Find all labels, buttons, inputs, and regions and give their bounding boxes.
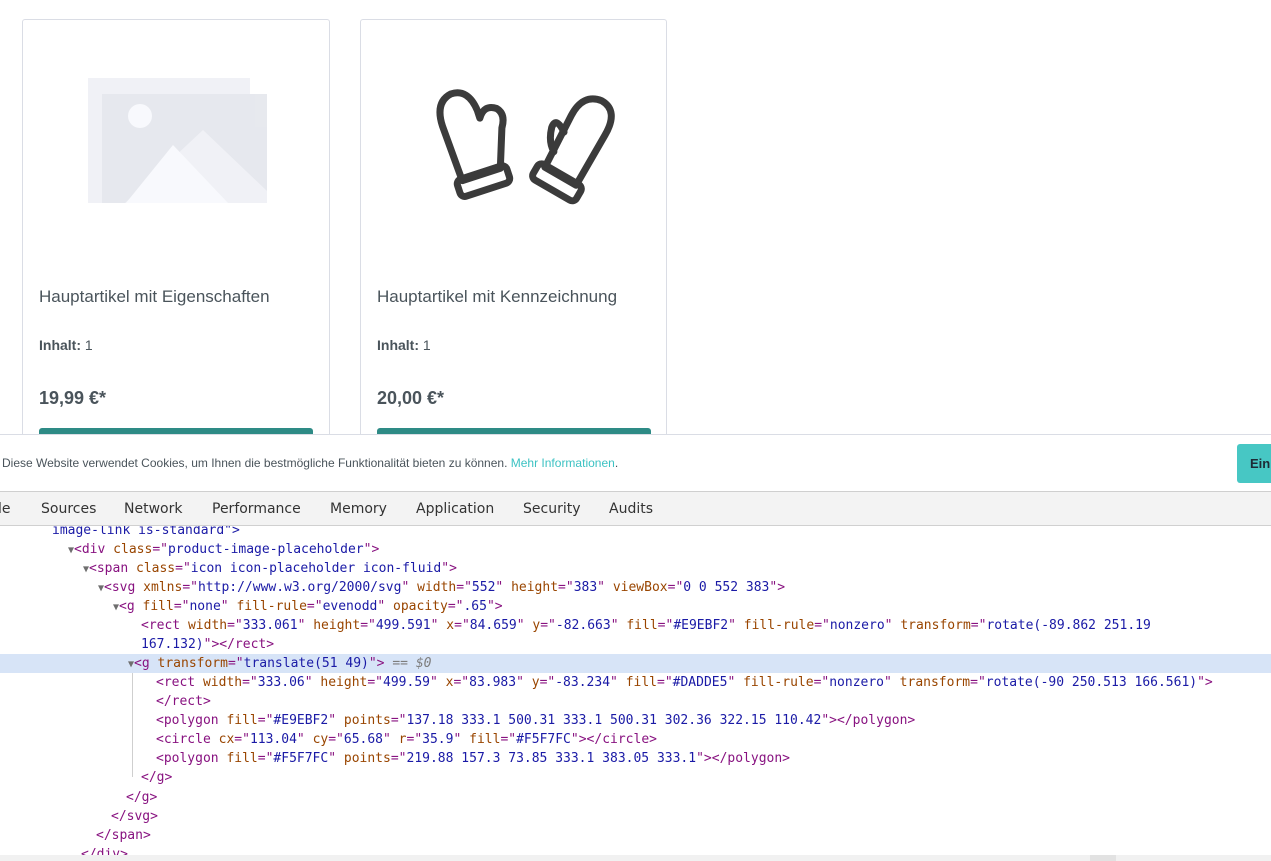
dom-node[interactable]: </rect> <box>0 692 1271 711</box>
dom-node[interactable]: <polygon fill="#E9EBF2" points="137.18 3… <box>0 711 1271 730</box>
cookie-text: Diese Website verwendet Cookies, um Ihne… <box>2 456 508 470</box>
dom-node[interactable]: image-link is-standard"> <box>0 526 1271 540</box>
content-value: 1 <box>84 337 93 353</box>
tab-security[interactable]: Security <box>523 492 581 526</box>
product-image[interactable] <box>23 20 329 260</box>
dom-node[interactable]: ▼<g fill="none" fill-rule="evenodd" opac… <box>0 597 1271 616</box>
cookie-message: Diese Website verwendet Cookies, um Ihne… <box>2 456 618 470</box>
content-value: 1 <box>422 337 431 353</box>
dom-node[interactable]: ▼<svg xmlns="http://www.w3.org/2000/svg"… <box>0 578 1271 597</box>
dom-node[interactable]: </g> <box>0 788 1271 807</box>
dom-node[interactable]: </svg> <box>0 807 1271 826</box>
product-title[interactable]: Hauptartikel mit Eigenschaften <box>39 287 319 307</box>
tab-console[interactable]: le <box>0 492 11 526</box>
devtools-panel: le Sources Network Performance Memory Ap… <box>0 491 1271 861</box>
dom-node[interactable]: <rect width="333.061" height="499.591" x… <box>0 616 1271 635</box>
product-content: Inhalt: 1 <box>39 337 93 353</box>
dom-text: image-link is-standard"> <box>52 526 240 538</box>
selected-node-marker: == $0 <box>392 656 432 671</box>
product-title[interactable]: Hauptartikel mit Kennzeichnung <box>377 287 657 307</box>
product-listing: Hauptartikel mit Eigenschaften Inhalt: 1… <box>0 0 1271 434</box>
devtools-tab-bar: le Sources Network Performance Memory Ap… <box>0 492 1271 526</box>
product-card[interactable]: Hauptartikel mit Kennzeichnung Inhalt: 1… <box>360 19 667 434</box>
tab-application[interactable]: Application <box>416 492 494 526</box>
tab-performance[interactable]: Performance <box>212 492 301 526</box>
tab-network[interactable]: Network <box>124 492 182 526</box>
dom-node[interactable]: <rect width="333.06" height="499.59" x="… <box>0 673 1271 692</box>
dom-tree[interactable]: image-link is-standard"> ▼<div class="pr… <box>0 526 1271 856</box>
placeholder-image-icon <box>88 78 267 203</box>
horizontal-scrollbar[interactable] <box>0 855 1271 861</box>
mittens-icon <box>436 89 615 205</box>
tab-audits[interactable]: Audits <box>609 492 653 526</box>
dom-node[interactable]: ▼<span class="icon icon-placeholder icon… <box>0 559 1271 578</box>
cookie-more-info-link[interactable]: Mehr Informationen <box>511 456 615 470</box>
dom-node[interactable]: ▼<div class="product-image-placeholder"> <box>0 540 1271 559</box>
product-price: 20,00 €* <box>377 388 445 408</box>
cookie-bar: Diese Website verwendet Cookies, um Ihne… <box>0 434 1271 491</box>
product-price: 19,99 €* <box>39 388 107 408</box>
dom-node-continued[interactable]: 167.132)"></rect> <box>0 635 1271 654</box>
dom-node-selected[interactable]: ▼<g transform="translate(51 49)"> == $0 <box>0 654 1271 673</box>
product-card[interactable]: Hauptartikel mit Eigenschaften Inhalt: 1… <box>22 19 330 434</box>
cookie-period: . <box>614 456 619 470</box>
dom-node[interactable]: </g> <box>0 768 1271 787</box>
content-label: Inhalt: <box>377 337 419 353</box>
dom-node[interactable]: </span> <box>0 826 1271 845</box>
product-content: Inhalt: 1 <box>377 337 431 353</box>
tab-sources[interactable]: Sources <box>41 492 96 526</box>
dom-node[interactable]: <polygon fill="#F5F7FC" points="219.88 1… <box>0 749 1271 768</box>
cookie-accept-button[interactable]: Ein <box>1237 444 1271 483</box>
scrollbar-thumb[interactable] <box>1090 855 1116 861</box>
content-label: Inhalt: <box>39 337 81 353</box>
product-image[interactable] <box>361 20 666 260</box>
tab-memory[interactable]: Memory <box>330 492 387 526</box>
dom-node[interactable]: <circle cx="113.04" cy="65.68" r="35.9" … <box>0 730 1271 749</box>
